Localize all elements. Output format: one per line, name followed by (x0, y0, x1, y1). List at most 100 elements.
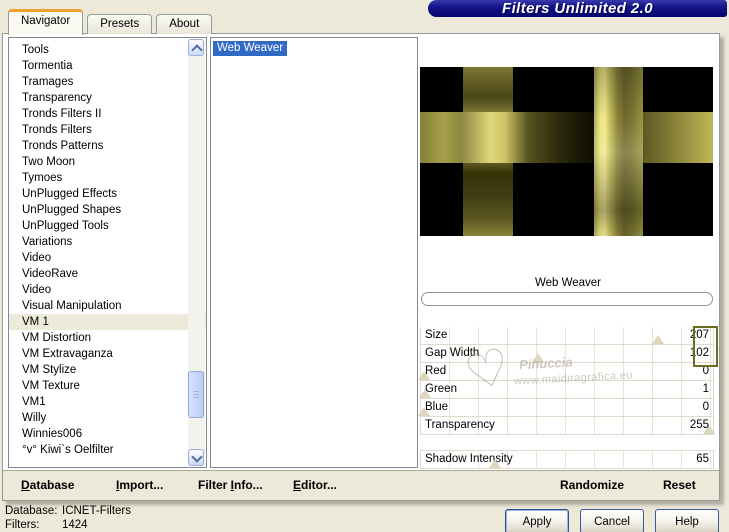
category-label: Variations (22, 236, 73, 248)
category-list-item[interactable]: Tronds Filters (9, 122, 206, 138)
filter-label: Web Weaver (217, 42, 284, 54)
category-list-item[interactable]: Visual Manipulation (9, 298, 206, 314)
category-list-item[interactable]: Tramages (9, 74, 206, 90)
slider-thumb[interactable] (417, 407, 430, 416)
slider-value: 1 (702, 383, 709, 395)
tutorial-highlight-box (693, 326, 718, 367)
tab-label: About (169, 18, 200, 30)
category-label: UnPlugged Tools (22, 220, 109, 232)
category-listbox: Tools Tormentia Tramages Transparency Tr… (8, 37, 207, 468)
slider-label: Gap Width (425, 347, 480, 359)
category-list-item[interactable]: Video (9, 250, 206, 266)
label-part: atabase (29, 478, 75, 492)
category-label: VM Extravaganza (22, 348, 113, 360)
parameter-sliders: Size 207 Gap Width 102 Red 0 Green 1 Blu… (417, 327, 715, 469)
category-list-item[interactable]: Transparency (9, 90, 206, 106)
cancel-button[interactable]: Cancel (580, 509, 644, 532)
category-label: Winnies006 (22, 428, 83, 440)
tab-label: Presets (100, 18, 140, 30)
tab[interactable]: About (156, 14, 213, 34)
main-panel: Tools Tormentia Tramages Transparency Tr… (2, 33, 720, 501)
category-label: Tools (22, 44, 49, 56)
slider-thumb[interactable] (417, 371, 430, 380)
label-part: mport... (119, 478, 164, 492)
slider-row[interactable]: Red 0 (417, 363, 714, 381)
category-scrollbar[interactable] (188, 39, 205, 466)
slider-thumb[interactable] (419, 389, 432, 398)
category-label: UnPlugged Shapes (22, 204, 122, 216)
category-list-item[interactable]: Video (9, 282, 206, 298)
window-title: Filters Unlimited 2.0 (502, 0, 653, 17)
category-list-item[interactable]: UnPlugged Tools (9, 218, 206, 234)
category-list-item[interactable]: Willy (9, 410, 206, 426)
category-list-item[interactable]: VM Stylize (9, 362, 206, 378)
slider-label: Size (425, 329, 448, 341)
category-label: VM1 (22, 396, 46, 408)
category-list-item[interactable]: Two Moon (9, 154, 206, 170)
category-label: UnPlugged Effects (22, 188, 118, 200)
filters-label: Filters: (5, 519, 40, 531)
status-filters-row: Filters: 1424 (5, 518, 131, 532)
help-button[interactable]: Help (655, 509, 719, 532)
database-button[interactable]: Database (21, 471, 74, 500)
category-label: VM Distortion (22, 332, 92, 344)
status-area: Database: ICNET-Filters Filters: 1424 (5, 504, 131, 532)
category-list-item[interactable]: VM 1 (9, 314, 206, 330)
category-list-item[interactable]: VM Distortion (9, 330, 206, 346)
database-label: Database: (5, 505, 58, 517)
slider-row[interactable]: Blue 0 (417, 399, 714, 417)
right-panel: Web Weaver Size 207 Gap Width 102 Red 0 … (417, 37, 718, 469)
mnemonic: E (293, 478, 302, 492)
slider-row[interactable]: Size 207 (420, 327, 714, 345)
category-list-item[interactable]: Tronds Filters II (9, 106, 206, 122)
scroll-down-button[interactable] (188, 449, 204, 466)
randomize-button[interactable]: Randomize (560, 471, 624, 500)
tab-bar: Navigator Presets About (8, 9, 216, 35)
category-label: Tronds Patterns (22, 140, 104, 152)
slider-row[interactable]: Transparency 255 (420, 417, 715, 435)
category-list-item[interactable]: Winnies006 (9, 426, 206, 442)
category-list-item[interactable]: Tymoes (9, 170, 206, 186)
category-list-item[interactable]: °v° Kiwi`s Oelfilter (9, 442, 206, 458)
category-list-item[interactable]: VideoRave (9, 266, 206, 282)
slider-thumb[interactable] (652, 335, 665, 344)
category-label: Tramages (22, 76, 74, 88)
slider-row[interactable]: Green 1 (419, 381, 714, 399)
category-items: Tools Tormentia Tramages Transparency Tr… (9, 38, 206, 458)
reset-button[interactable]: Reset (663, 471, 696, 500)
category-label: Tronds Filters II (22, 108, 102, 120)
filter-list-item[interactable]: Web Weaver (213, 41, 288, 56)
scrollbar-thumb[interactable] (188, 371, 204, 418)
gold-horizontal-band (420, 112, 713, 163)
category-list-item[interactable]: VM Texture (9, 378, 206, 394)
category-list-item[interactable]: VM1 (9, 394, 206, 410)
tab[interactable]: Presets (87, 14, 153, 34)
category-label: VM Texture (22, 380, 80, 392)
category-label: Tronds Filters (22, 124, 92, 136)
progress-bar (421, 292, 713, 306)
apply-button[interactable]: Apply (505, 509, 569, 532)
category-list-item[interactable]: Tools (9, 42, 206, 58)
category-list-item[interactable]: Tronds Patterns (9, 138, 206, 154)
slider-thumb[interactable] (531, 353, 544, 362)
tab[interactable]: Navigator (8, 9, 84, 35)
scroll-up-button[interactable] (188, 39, 204, 56)
editor-button[interactable]: Editor... (293, 471, 337, 500)
category-list-item[interactable]: UnPlugged Shapes (9, 202, 206, 218)
category-label: Two Moon (22, 156, 76, 168)
chevron-up-icon (191, 44, 203, 56)
slider-row[interactable]: Shadow Intensity 65 (420, 450, 714, 469)
filter-info-button[interactable]: Filter Info... (198, 471, 263, 500)
slider-value: 0 (702, 401, 709, 413)
filter-preview (420, 37, 716, 273)
category-list-item[interactable]: Variations (9, 234, 206, 250)
import-button[interactable]: Import... (116, 471, 163, 500)
category-label: Tymoes (22, 172, 63, 184)
filter-name-label: Web Weaver (534, 277, 602, 289)
database-value: ICNET-Filters (62, 505, 131, 517)
category-list-item[interactable]: VM Extravaganza (9, 346, 206, 362)
slider-row[interactable]: Gap Width 102 (420, 345, 714, 363)
slider-thumb[interactable] (489, 459, 502, 468)
category-list-item[interactable]: UnPlugged Effects (9, 186, 206, 202)
category-list-item[interactable]: Tormentia (9, 58, 206, 74)
